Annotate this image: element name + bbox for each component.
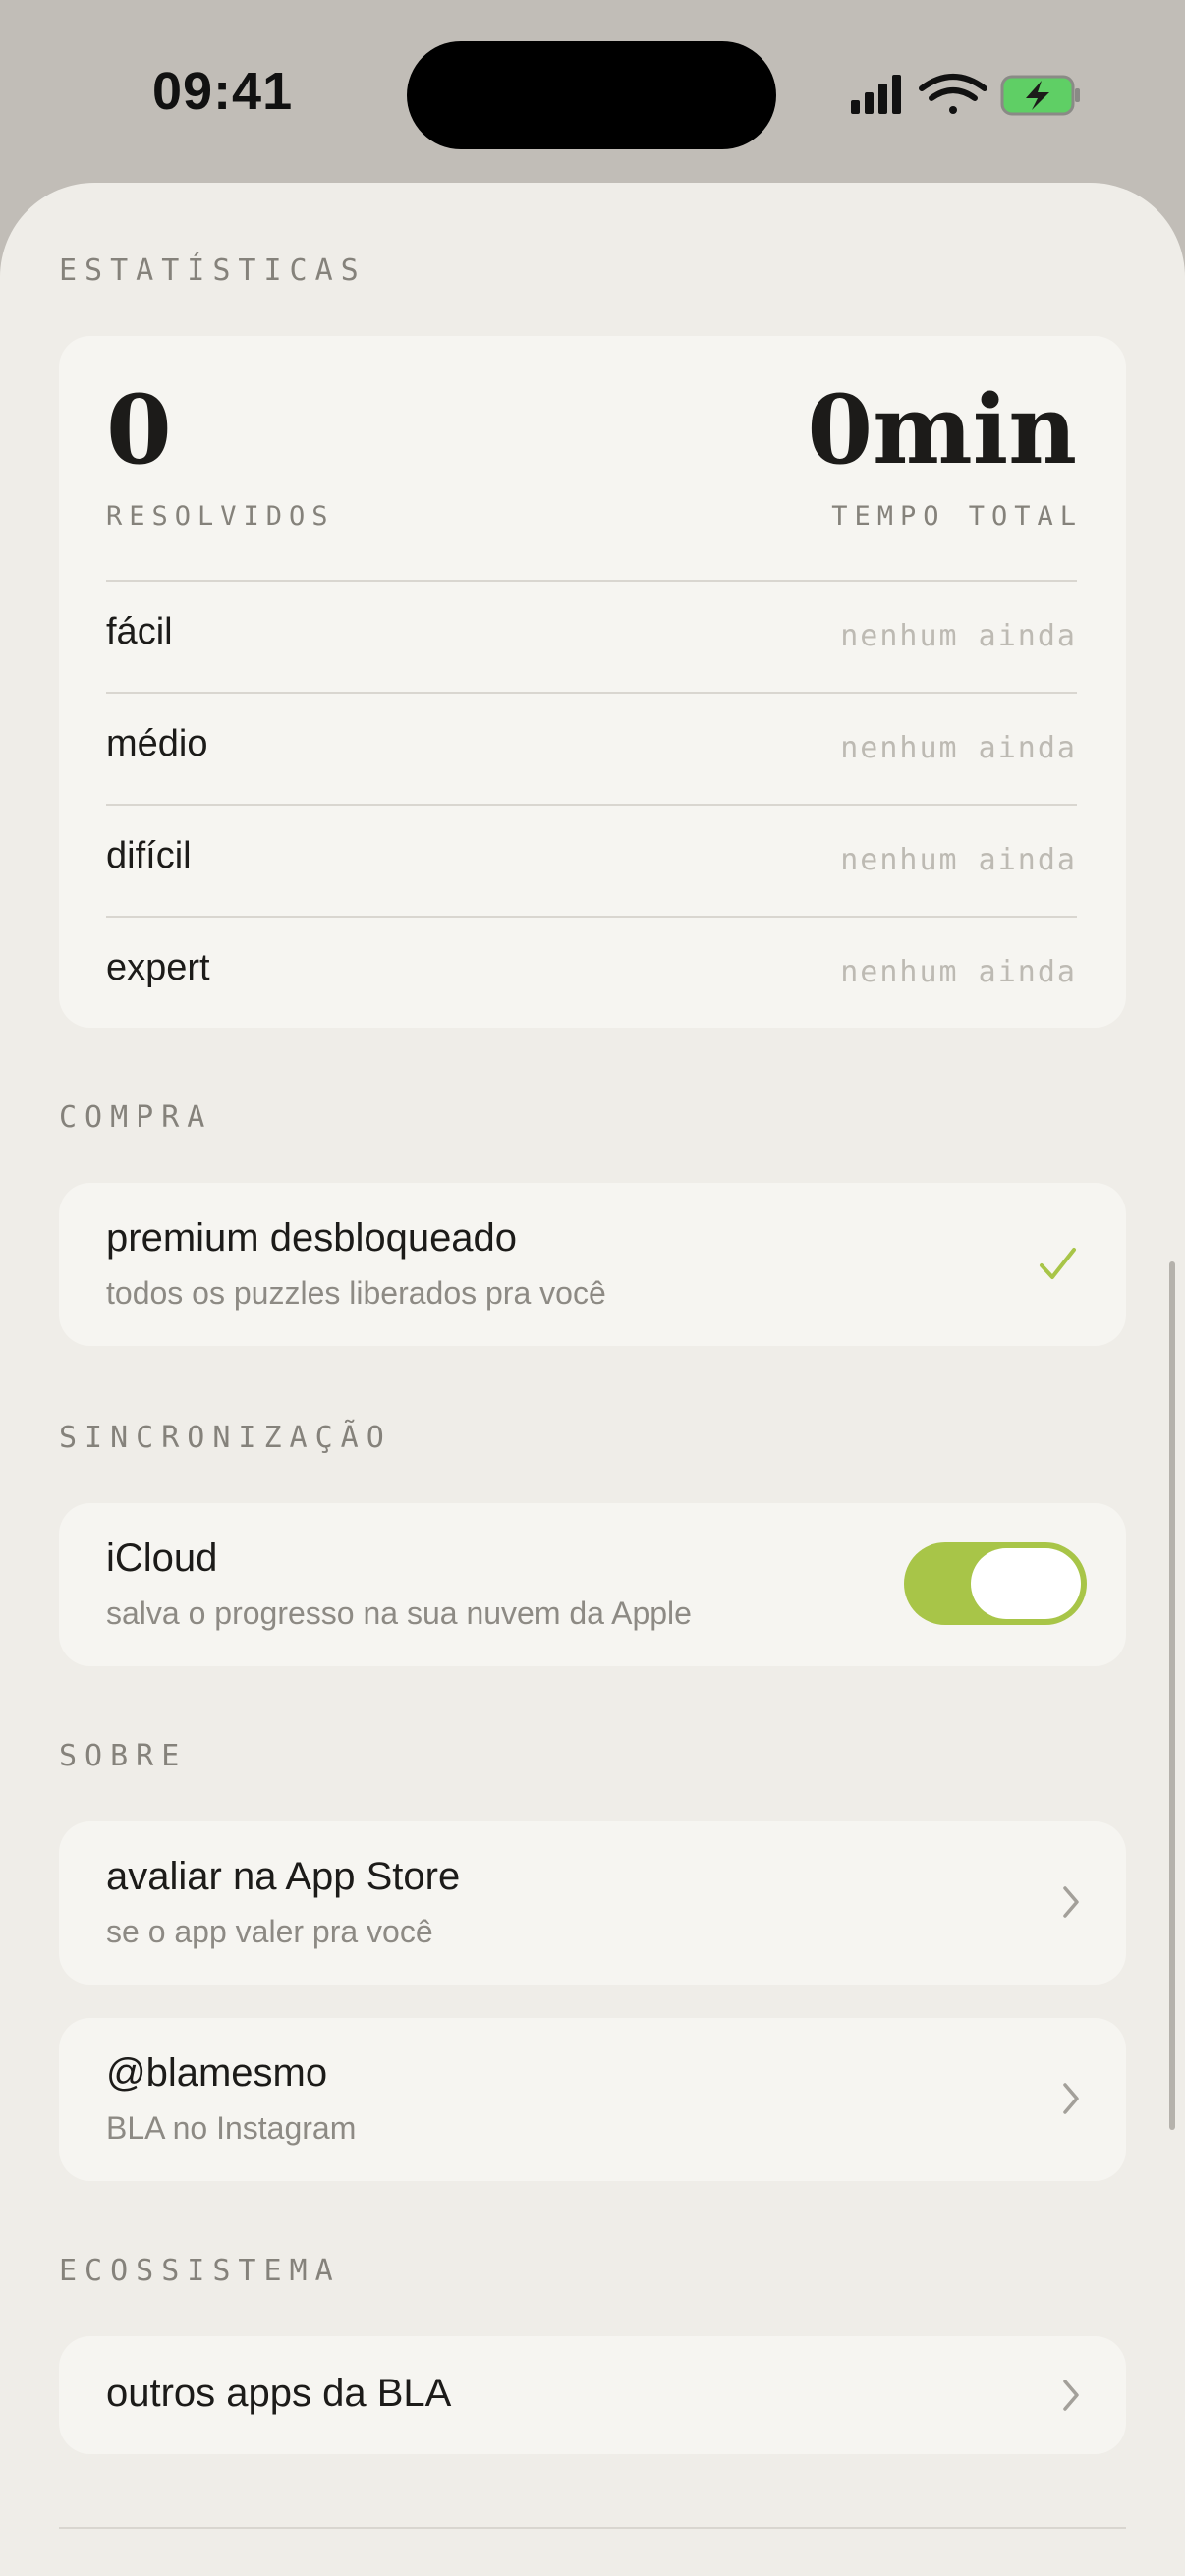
chevron-right-icon — [1063, 2083, 1079, 2114]
section-label-stats: ESTATÍSTICAS — [59, 253, 367, 288]
scrollbar[interactable] — [1169, 1261, 1175, 2130]
section-label-ecosystem: ECOSSISTEMA — [59, 2254, 341, 2288]
instagram-subtitle: BLA no Instagram — [106, 2110, 357, 2146]
battery-charging-icon — [1000, 75, 1080, 116]
difficulty-row-hard: difícil nenhum ainda — [106, 804, 1077, 916]
icloud-toggle[interactable] — [904, 1542, 1087, 1625]
difficulty-name: fácil — [106, 611, 173, 652]
toggle-knob — [971, 1548, 1081, 1619]
cellular-signal-icon — [851, 75, 901, 114]
difficulty-name: difícil — [106, 835, 192, 876]
rate-subtitle: se o app valer pra você — [106, 1914, 433, 1949]
chevron-right-icon — [1063, 1886, 1079, 1918]
difficulty-value: nenhum ainda — [840, 843, 1077, 877]
difficulty-value: nenhum ainda — [840, 731, 1077, 765]
icloud-title: iCloud — [106, 1537, 218, 1580]
solved-count: 0 — [106, 374, 172, 485]
instagram-row[interactable]: @blamesmo BLA no Instagram — [59, 2018, 1126, 2181]
dynamic-island — [407, 41, 776, 149]
status-time: 09:41 — [152, 62, 294, 121]
premium-card[interactable]: premium desbloqueado todos os puzzles li… — [59, 1183, 1126, 1346]
difficulty-name: expert — [106, 947, 210, 988]
wifi-icon — [919, 74, 988, 114]
difficulty-row-easy: fácil nenhum ainda — [106, 580, 1077, 692]
difficulty-value: nenhum ainda — [840, 619, 1077, 653]
difficulty-value: nenhum ainda — [840, 955, 1077, 989]
checkmark-icon — [1040, 1248, 1076, 1279]
chevron-right-icon — [1063, 2380, 1079, 2411]
icloud-subtitle: salva o progresso na sua nuvem da Apple — [106, 1596, 692, 1631]
icloud-card: iCloud salva o progresso na sua nuvem da… — [59, 1503, 1126, 1666]
rate-title: avaliar na App Store — [106, 1855, 461, 1898]
section-label-purchase: COMPRA — [59, 1100, 213, 1135]
difficulty-name: médio — [106, 723, 208, 764]
difficulty-row-expert: expert nenhum ainda — [106, 916, 1077, 1028]
section-label-sync: SINCRONIZAÇÃO — [59, 1421, 392, 1455]
section-label-about: SOBRE — [59, 1739, 188, 1773]
total-time-value: 0min — [807, 374, 1077, 485]
total-time-label: TEMPO TOTAL — [831, 501, 1083, 532]
status-icons — [851, 74, 1080, 116]
other-apps-row[interactable]: outros apps da BLA — [59, 2336, 1126, 2454]
solved-label: RESOLVIDOS — [106, 501, 335, 532]
other-apps-title: outros apps da BLA — [106, 2372, 452, 2415]
premium-title: premium desbloqueado — [106, 1216, 518, 1260]
rate-app-store-row[interactable]: avaliar na App Store se o app valer pra … — [59, 1821, 1126, 1985]
premium-subtitle: todos os puzzles liberados pra você — [106, 1275, 606, 1311]
bottom-divider — [59, 2527, 1126, 2529]
difficulty-row-medium: médio nenhum ainda — [106, 692, 1077, 804]
status-bar: 09:41 — [0, 0, 1185, 183]
instagram-title: @blamesmo — [106, 2051, 328, 2095]
